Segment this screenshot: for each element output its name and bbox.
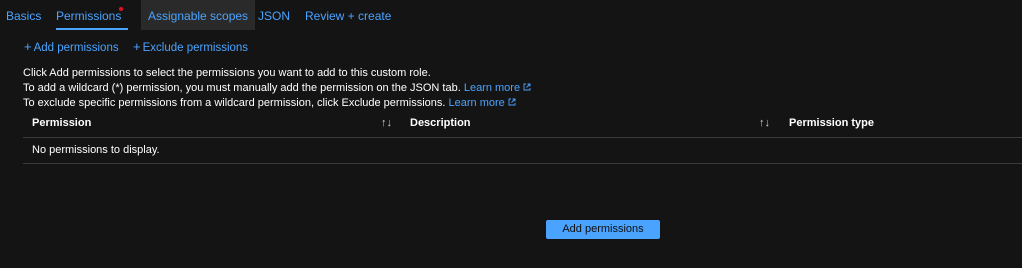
table-row: No permissions to display. <box>23 138 1022 164</box>
tab-label: Permissions <box>56 9 122 23</box>
required-indicator <box>119 7 123 11</box>
add-permissions-command[interactable]: + Add permissions <box>24 38 119 56</box>
info-text-1: Click Add permissions to select the perm… <box>23 67 431 79</box>
column-header-permission: Permission <box>32 117 92 129</box>
info-line-2: To add a wildcard (*) permission, you mu… <box>23 81 1022 96</box>
command-label: Add permissions <box>33 42 119 54</box>
tab-label: Assignable scopes <box>148 9 249 23</box>
tab-label: JSON <box>258 9 291 23</box>
info-line-3: To exclude specific permissions from a w… <box>23 96 1022 111</box>
empty-state-text: No permissions to display. <box>32 144 160 156</box>
column-header-permission-type: Permission type <box>789 117 874 129</box>
add-permissions-button[interactable]: Add permissions <box>546 220 660 239</box>
info-text: Click Add permissions to select the perm… <box>23 66 1022 111</box>
tab-label: Review + create <box>305 9 392 23</box>
info-line-1: Click Add permissions to select the perm… <box>23 66 1022 81</box>
external-link-icon <box>523 83 531 91</box>
tab-json[interactable]: JSON <box>258 0 290 30</box>
exclude-permissions-command[interactable]: + Exclude permissions <box>133 38 248 56</box>
active-tab-underline <box>56 28 128 30</box>
command-bar: + Add permissions + Exclude permissions <box>0 38 1022 56</box>
plus-icon: + <box>133 39 141 54</box>
info-text-2: To add a wildcard (*) permission, you mu… <box>23 82 461 94</box>
link-label: Learn more <box>463 82 521 94</box>
table-header: Permission ↑↓ Description ↑↓ Permission … <box>23 110 1022 138</box>
tab-review-create[interactable]: Review + create <box>305 0 391 30</box>
sort-description-icon[interactable]: ↑↓ <box>759 117 773 130</box>
permissions-table: Permission ↑↓ Description ↑↓ Permission … <box>23 110 1022 164</box>
learn-more-exclude-link[interactable]: Learn more <box>449 97 516 109</box>
tab-bar: Basics Permissions Assignable scopes JSO… <box>0 0 1022 30</box>
tab-assignable-scopes[interactable]: Assignable scopes <box>141 0 256 30</box>
column-header-description: Description <box>410 117 471 129</box>
sort-permission-icon[interactable]: ↑↓ <box>381 117 395 130</box>
command-label: Exclude permissions <box>142 42 249 54</box>
tab-label: Basics <box>6 9 42 23</box>
link-label: Learn more <box>448 97 505 109</box>
tab-basics[interactable]: Basics <box>6 0 41 30</box>
tab-permissions[interactable]: Permissions <box>56 0 128 30</box>
external-link-icon <box>508 98 516 106</box>
plus-icon: + <box>24 39 32 54</box>
learn-more-json-link[interactable]: Learn more <box>464 82 531 94</box>
info-text-3: To exclude specific permissions from a w… <box>23 97 446 109</box>
